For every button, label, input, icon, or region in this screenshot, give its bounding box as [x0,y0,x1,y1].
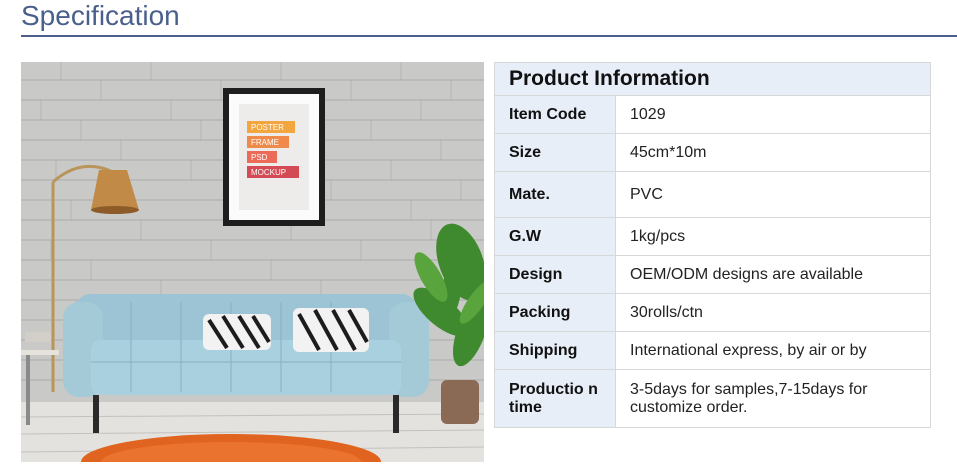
row-value: 30rolls/ctn [615,293,931,332]
row-label: Size [494,133,616,172]
row-value: PVC [615,171,931,218]
row-label: G.W [494,217,616,256]
table-row: Size 45cm*10m [494,133,931,172]
table-row: Productio n time 3-5days for samples,7-1… [494,369,931,428]
title-divider [21,35,957,37]
product-photo: POSTER FRAME PSD MOCKUP [21,62,484,462]
table-row: Design OEM/ODM designs are available [494,255,931,294]
row-label: Design [494,255,616,294]
section-title: Specification [21,0,180,31]
poster-text-1: POSTER [251,123,284,132]
row-value: 3-5days for samples,7-15days for customi… [615,369,931,428]
row-label: Item Code [494,95,616,134]
poster-text-2: FRAME [251,138,279,147]
row-label: Mate. [494,171,616,218]
row-label: Shipping [494,331,616,370]
row-value: 45cm*10m [615,133,931,172]
table-header: Product Information [494,62,931,96]
row-value: OEM/ODM designs are available [615,255,931,294]
table-row: Mate. PVC [494,171,931,218]
row-label: Packing [494,293,616,332]
table-row: G.W 1kg/pcs [494,217,931,256]
row-value: 1kg/pcs [615,217,931,256]
table-header-row: Product Information [494,62,931,96]
poster-text-4: MOCKUP [251,168,286,177]
row-value: 1029 [615,95,931,134]
product-info-table: Product Information Item Code 1029 Size … [494,62,931,428]
row-value: International express, by air or by [615,331,931,370]
row-label: Productio n time [494,369,616,428]
table-row: Shipping International express, by air o… [494,331,931,370]
poster-text-3: PSD [251,153,268,162]
table-row: Packing 30rolls/ctn [494,293,931,332]
room-scene-illustration: POSTER FRAME PSD MOCKUP [21,62,484,462]
table-row: Item Code 1029 [494,95,931,134]
